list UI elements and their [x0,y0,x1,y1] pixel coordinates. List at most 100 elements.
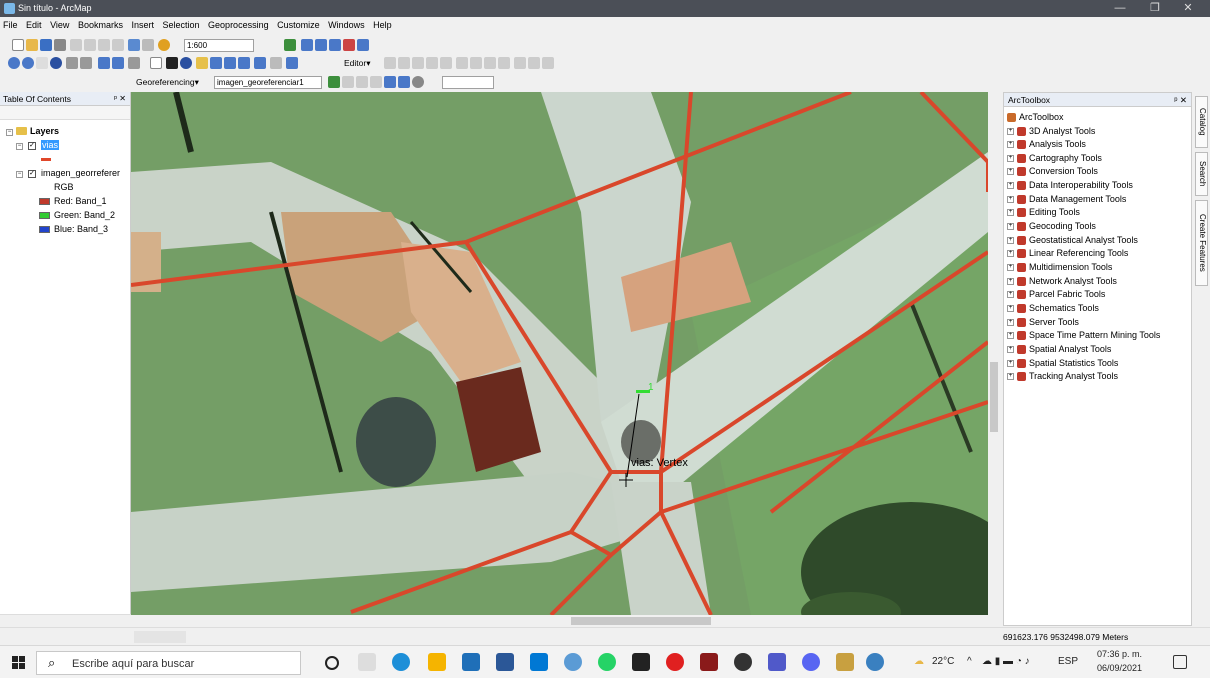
html-popup-icon[interactable] [254,57,266,69]
attributes-icon[interactable] [514,57,526,69]
pan-icon[interactable] [36,57,48,69]
expander-icon[interactable]: + [1007,332,1014,339]
chevron-up-icon[interactable]: ^ [967,656,972,667]
map-scale-input[interactable]: 1:600 [184,39,254,52]
view-link-table-icon[interactable] [384,76,396,88]
menu-bookmarks[interactable]: Bookmarks [75,17,126,33]
vias-checkbox[interactable]: ✓ [28,142,36,150]
maximize-button[interactable]: ❐ [1140,1,1170,16]
add-data-icon[interactable] [158,39,170,51]
pin-close-icon[interactable]: ᵖ ✕ [114,94,126,103]
expander-icon[interactable]: + [1007,196,1014,203]
weather-icon[interactable]: ☁ [914,656,924,667]
save-icon[interactable] [40,39,52,51]
select-link-icon[interactable] [342,76,354,88]
windows-start-icon[interactable] [12,656,26,670]
input-language[interactable]: ESP [1058,656,1078,667]
rotate-icon[interactable] [498,57,510,69]
expander-icon[interactable]: + [1007,128,1014,135]
sketch-properties-icon[interactable] [528,57,540,69]
fixed-zoom-in-icon[interactable] [66,57,78,69]
expander-icon[interactable]: + [1007,237,1014,244]
expander-icon[interactable]: − [16,143,23,150]
minimize-button[interactable]: — [1105,1,1135,16]
app-icon[interactable] [564,653,582,671]
expander-icon[interactable]: + [1007,141,1014,148]
reshape-icon[interactable] [470,57,482,69]
delete-icon[interactable] [112,39,124,51]
expander-icon[interactable]: + [1007,264,1014,271]
forward-extent-icon[interactable] [112,57,124,69]
app-icon[interactable] [700,653,718,671]
expander-icon[interactable]: + [1007,155,1014,162]
back-extent-icon[interactable] [98,57,110,69]
expander-icon[interactable]: + [1007,182,1014,189]
menu-windows[interactable]: Windows [325,17,368,33]
notion-icon[interactable] [632,653,650,671]
xbox-icon[interactable] [734,653,752,671]
cortana-icon[interactable] [325,656,339,670]
trace-icon[interactable] [440,57,452,69]
edit-tool-icon[interactable] [384,57,396,69]
edge-icon[interactable] [392,653,410,671]
expander-icon[interactable]: + [1007,278,1014,285]
discord-icon[interactable] [802,653,820,671]
select-elements-icon[interactable] [166,57,178,69]
temperature[interactable]: 22°C [932,656,954,667]
expander-icon[interactable]: + [1007,168,1014,175]
layout-view-buttons[interactable] [134,631,186,643]
create-viewer-icon[interactable] [286,57,298,69]
zoom-in-icon[interactable] [8,57,20,69]
expander-icon[interactable]: + [1007,373,1014,380]
scroll-thumb[interactable] [571,617,711,625]
clock-date[interactable]: 06/09/2021 [1097,663,1142,673]
layer-imagen[interactable]: imagen_georreferer [41,168,120,178]
cut-polygon-icon[interactable] [484,57,496,69]
search-window-icon[interactable] [329,39,341,51]
tab-catalog[interactable]: Catalog [1195,96,1208,148]
catalog-window-icon[interactable] [315,39,327,51]
delete-link-icon[interactable] [370,76,382,88]
redo-icon[interactable] [142,39,154,51]
close-button[interactable]: ✕ [1173,1,1203,16]
split-icon[interactable] [456,57,468,69]
measure-icon[interactable] [224,57,236,69]
notification-icon[interactable] [1173,655,1187,669]
opera-icon[interactable] [666,653,684,671]
imagen-checkbox[interactable]: ✓ [28,170,36,178]
arcmap-taskbar-icon[interactable] [836,653,854,671]
time-slider-icon[interactable] [270,57,282,69]
expander-icon[interactable]: + [1007,223,1014,230]
task-view-icon[interactable] [358,653,376,671]
copy-icon[interactable] [84,39,96,51]
viewer-icon[interactable] [398,76,410,88]
arctoolbox-icon[interactable] [343,39,355,51]
full-extent-icon[interactable] [50,57,62,69]
zoom-out-icon[interactable] [22,57,34,69]
expander-icon[interactable]: − [6,129,13,136]
select-features-icon[interactable] [128,57,140,69]
clock-time[interactable]: 07:36 p. m. [1097,649,1142,659]
menu-insert[interactable]: Insert [128,17,157,33]
end-point-arc-icon[interactable] [426,57,438,69]
print-icon[interactable] [54,39,66,51]
menu-geoprocessing[interactable]: Geoprocessing [205,17,272,33]
zoom-to-link-icon[interactable] [356,76,368,88]
edit-annotation-icon[interactable] [398,57,410,69]
editor-toolbar-icon[interactable] [284,39,296,51]
hyperlink-icon[interactable] [238,57,250,69]
expander-icon[interactable]: + [1007,360,1014,367]
tab-create-features[interactable]: Create Features [1195,200,1208,286]
map-horizontal-scrollbar[interactable] [131,615,988,627]
clear-selection-icon[interactable] [150,57,162,69]
open-icon[interactable] [26,39,38,51]
tab-search[interactable]: Search [1195,152,1208,196]
mail-icon[interactable] [462,653,480,671]
map-vertical-scrollbar[interactable] [988,92,1000,615]
pin-close-icon[interactable]: ᵖ ✕ [1174,95,1187,106]
expander-icon[interactable]: + [1007,250,1014,257]
add-control-points-icon[interactable] [328,76,340,88]
word-icon[interactable] [496,653,514,671]
teams-icon[interactable] [768,653,786,671]
toc-horizontal-scrollbar[interactable] [0,614,131,626]
